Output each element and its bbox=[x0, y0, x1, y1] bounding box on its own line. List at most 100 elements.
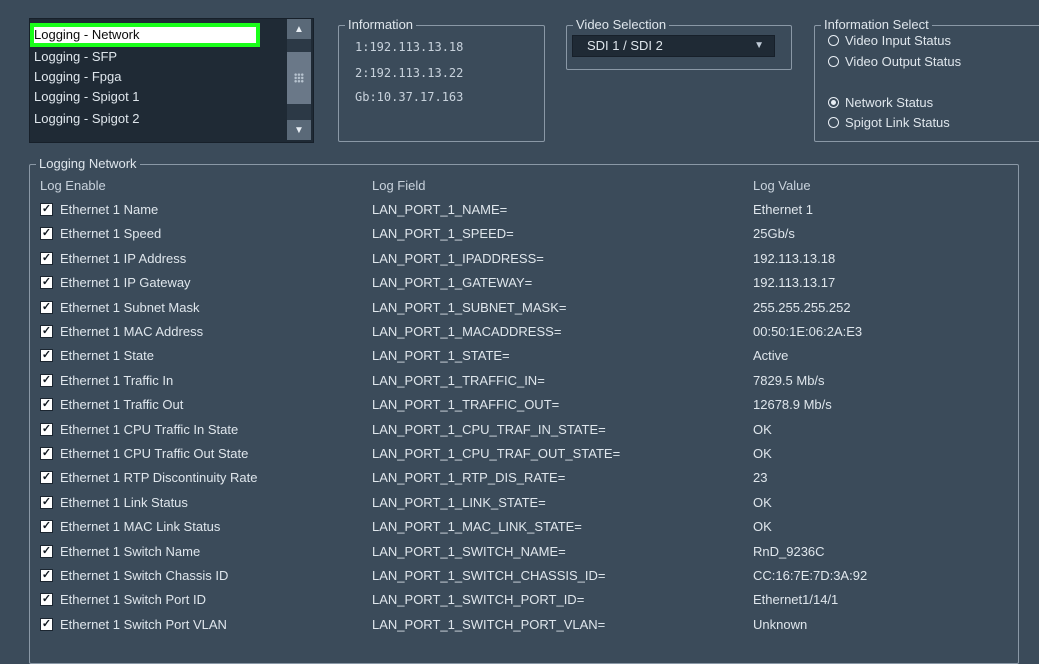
list-item[interactable]: Logging - Spigot 2 bbox=[34, 109, 140, 129]
log-enable-label: Ethernet 1 Subnet Mask bbox=[60, 299, 200, 315]
log-field-cell: LAN_PORT_1_SUBNET_MASK= bbox=[372, 299, 567, 315]
scroll-thumb[interactable] bbox=[287, 52, 311, 104]
table-row: ✓ Ethernet 1 Traffic In LAN_PORT_1_TRAFFIC… bbox=[38, 369, 1018, 393]
scroll-down-button[interactable]: ▼ bbox=[287, 120, 311, 140]
table-row: ✓ Ethernet 1 Switch Name LAN_PORT_1_SWITCH… bbox=[38, 540, 1018, 564]
log-enable-checkbox[interactable]: ✓ bbox=[40, 398, 53, 412]
log-enable-checkbox[interactable]: ✓ bbox=[40, 227, 53, 241]
log-field-cell: LAN_PORT_1_LINK_STATE= bbox=[372, 494, 546, 510]
radio-network-status[interactable]: Network Status bbox=[828, 93, 933, 111]
log-value-cell: 192.113.13.18 bbox=[753, 250, 836, 266]
log-enable-label: Ethernet 1 CPU Traffic In State bbox=[60, 421, 239, 437]
radio-spigot-link-status[interactable]: Spigot Link Status bbox=[828, 113, 950, 131]
radio-unchecked-icon bbox=[828, 116, 839, 128]
log-value-cell: OK bbox=[753, 519, 772, 535]
list-item-selected[interactable]: Logging - Network bbox=[34, 25, 140, 45]
log-enable-label: Ethernet 1 MAC Address bbox=[60, 324, 204, 339]
log-enable-checkbox[interactable]: ✓ bbox=[40, 447, 53, 460]
log-enable-checkbox[interactable]: ✓ bbox=[40, 325, 53, 338]
log-value-cell: OK bbox=[753, 494, 772, 510]
log-value-cell: 192.113.13.17 bbox=[753, 275, 836, 291]
log-enable-checkbox[interactable]: ✓ bbox=[40, 520, 53, 534]
log-value-cell: Active bbox=[753, 348, 789, 364]
table-row: ✓ Ethernet 1 Subnet Mask LAN_PORT_1_SUBNET… bbox=[38, 296, 1018, 320]
log-enable-checkbox[interactable]: ✓ bbox=[40, 593, 53, 607]
table-row: ✓ Ethernet 1 Link Status LAN_PORT_1_LINK_S… bbox=[38, 491, 1018, 515]
table-row: ✓ Ethernet 1 IP Address LAN_PORT_1_IPADDRE… bbox=[38, 247, 1018, 271]
radio-label: Video Input Status bbox=[845, 32, 952, 48]
log-enable-label: Ethernet 1 Link Status bbox=[60, 494, 188, 510]
log-value-cell: 12678.9 Mb/s bbox=[753, 397, 832, 413]
log-enable-checkbox[interactable]: ✓ bbox=[40, 203, 53, 216]
table-row: ✓ Ethernet 1 CPU Traffic Out State LAN_POR… bbox=[38, 442, 1018, 466]
log-enable-checkbox[interactable]: ✓ bbox=[40, 422, 53, 436]
log-field-cell: LAN_PORT_1_MACADDRESS= bbox=[372, 324, 562, 339]
log-field-cell: LAN_PORT_1_MAC_LINK_STATE= bbox=[372, 519, 582, 535]
log-enable-checkbox[interactable]: ✓ bbox=[40, 251, 53, 265]
log-value-cell: RnD_9236C bbox=[753, 543, 825, 559]
radio-label: Network Status bbox=[845, 94, 934, 110]
information-line: 1:192.113.13.18 bbox=[355, 40, 464, 54]
log-enable-label: Ethernet 1 IP Address bbox=[60, 250, 187, 266]
log-field-cell: LAN_PORT_1_SWITCH_NAME= bbox=[372, 543, 566, 559]
log-enable-checkbox[interactable]: ✓ bbox=[40, 276, 53, 290]
video-selection-dropdown[interactable]: SDI 1 / SDI 2 ▼ bbox=[572, 35, 775, 57]
log-enable-checkbox[interactable]: ✓ bbox=[40, 569, 53, 582]
table-row: ✓ Ethernet 1 Switch Chassis ID LAN_PORT_1_… bbox=[38, 564, 1018, 588]
information-title: Information bbox=[345, 17, 417, 33]
log-enable-checkbox[interactable]: ✓ bbox=[40, 495, 53, 509]
list-scrollbar[interactable]: ▲ ▼ bbox=[287, 19, 311, 140]
log-enable-label: Ethernet 1 MAC Link Status bbox=[60, 519, 221, 535]
information-line: Gb:10.37.17.163 bbox=[355, 90, 464, 104]
log-field-cell: LAN_PORT_1_RTP_DIS_RATE= bbox=[372, 470, 566, 486]
log-field-cell: LAN_PORT_1_STATE= bbox=[372, 348, 510, 364]
log-enable-label: Ethernet 1 CPU Traffic Out State bbox=[60, 446, 249, 461]
list-item[interactable]: Logging - Spigot 1 bbox=[34, 87, 140, 107]
log-enable-label: Ethernet 1 Traffic In bbox=[60, 372, 174, 388]
log-value-cell: Ethernet 1 bbox=[753, 202, 813, 217]
log-enable-checkbox[interactable]: ✓ bbox=[40, 300, 53, 314]
table-row: ✓ Ethernet 1 MAC Address LAN_PORT_1_MACADD… bbox=[38, 320, 1018, 344]
log-field-cell: LAN_PORT_1_TRAFFIC_OUT= bbox=[372, 397, 560, 413]
log-field-cell: LAN_PORT_1_CPU_TRAF_OUT_STATE= bbox=[372, 446, 621, 461]
radio-unchecked-icon bbox=[828, 34, 839, 46]
radio-label: Spigot Link Status bbox=[845, 114, 950, 130]
log-enable-checkbox[interactable]: ✓ bbox=[40, 471, 53, 485]
grip-icon bbox=[294, 73, 304, 83]
log-value-cell: 23 bbox=[753, 470, 768, 486]
log-enable-label: Ethernet 1 RTP Discontinuity Rate bbox=[60, 470, 258, 486]
log-field-cell: LAN_PORT_1_NAME= bbox=[372, 202, 508, 217]
logging-network-title: Logging Network bbox=[36, 156, 140, 172]
log-enable-label: Ethernet 1 IP Gateway bbox=[60, 275, 191, 291]
table-row: ✓ Ethernet 1 Switch Port ID LAN_PORT_1_SWI… bbox=[38, 588, 1018, 612]
log-enable-label: Ethernet 1 Speed bbox=[60, 226, 162, 242]
video-selection-title: Video Selection bbox=[573, 17, 670, 33]
scroll-up-button[interactable]: ▲ bbox=[287, 19, 311, 39]
video-selection-value: SDI 1 / SDI 2 bbox=[587, 38, 663, 53]
radio-video-input-status[interactable]: Video Input Status bbox=[828, 31, 951, 49]
log-enable-checkbox[interactable]: ✓ bbox=[40, 349, 53, 363]
log-enable-label: Ethernet 1 Switch Port ID bbox=[60, 592, 206, 608]
list-item[interactable]: Logging - SFP bbox=[34, 47, 117, 67]
chevron-down-icon: ▼ bbox=[294, 124, 304, 136]
log-enable-label: Ethernet 1 Switch Name bbox=[60, 543, 201, 559]
table-row: ✓ Ethernet 1 State LAN_PORT_1_STATE= Active bbox=[38, 344, 1018, 368]
log-enable-checkbox[interactable]: ✓ bbox=[40, 617, 53, 631]
list-item[interactable]: Logging - Fpga bbox=[34, 67, 121, 87]
log-enable-checkbox[interactable]: ✓ bbox=[40, 373, 53, 387]
log-enable-label: Ethernet 1 Switch Port VLAN bbox=[60, 616, 227, 632]
log-field-cell: LAN_PORT_1_SPEED= bbox=[372, 226, 514, 242]
table-row: ✓ Ethernet 1 IP Gateway LAN_PORT_1_GATEWAY… bbox=[38, 271, 1018, 295]
table-row: ✓ Ethernet 1 Name LAN_PORT_1_NAME= Ethernet… bbox=[38, 198, 1018, 222]
log-enable-label: Ethernet 1 Traffic Out bbox=[60, 397, 184, 413]
log-field-cell: LAN_PORT_1_SWITCH_PORT_ID= bbox=[372, 592, 585, 608]
log-enable-checkbox[interactable]: ✓ bbox=[40, 544, 53, 558]
table-row: ✓ Ethernet 1 Traffic Out LAN_PORT_1_TRAFFI… bbox=[38, 393, 1018, 417]
log-value-cell: 25Gb/s bbox=[753, 226, 795, 242]
log-value-cell: CC:16:7E:7D:3A:92 bbox=[753, 568, 868, 583]
log-field-cell: LAN_PORT_1_GATEWAY= bbox=[372, 275, 533, 291]
log-enable-header: Log Enable bbox=[40, 178, 106, 193]
information-group: Information 1:192.113.13.18 2:192.113.13… bbox=[338, 17, 545, 142]
radio-video-output-status[interactable]: Video Output Status bbox=[828, 52, 961, 70]
table-row: ✓ Ethernet 1 CPU Traffic In State LAN_PORT… bbox=[38, 418, 1018, 442]
